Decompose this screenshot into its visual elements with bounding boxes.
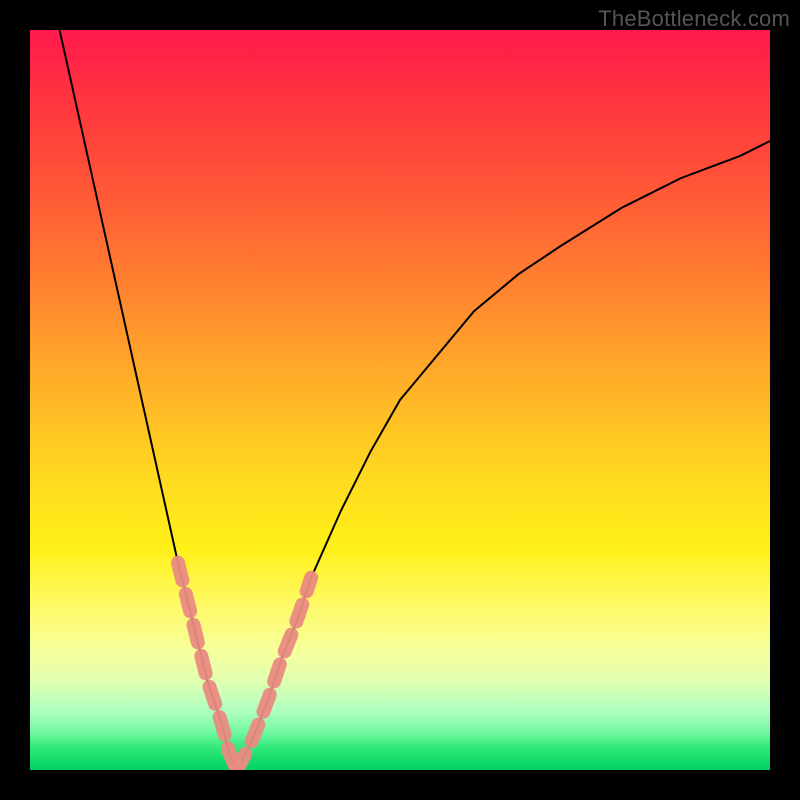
right-curve: [237, 141, 770, 770]
highlight-left-curve: [178, 563, 237, 770]
site-watermark: TheBottleneck.com: [598, 6, 790, 32]
plot-area: [30, 30, 770, 770]
highlight-right-curve: [237, 578, 311, 770]
chart-frame: TheBottleneck.com: [0, 0, 800, 800]
highlight-markers: [178, 563, 311, 770]
v-curve: [60, 30, 770, 770]
left-curve: [60, 30, 238, 770]
curve-layer: [30, 30, 770, 770]
